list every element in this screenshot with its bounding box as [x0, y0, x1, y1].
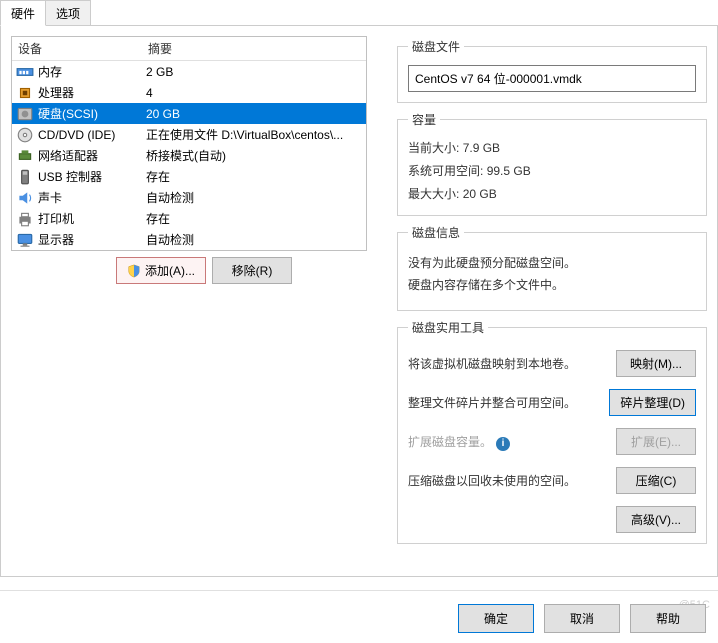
disk-file-group: 磁盘文件 CentOS v7 64 位-000001.vmdk	[397, 38, 707, 103]
device-name: 显示器	[38, 231, 146, 248]
remove-button[interactable]: 移除(R)	[212, 257, 292, 284]
map-text: 将该虚拟机磁盘映射到本地卷。	[408, 355, 576, 372]
device-summary: 桥接模式(自动)	[146, 147, 362, 164]
info-icon[interactable]: i	[496, 437, 510, 451]
device-name: 声卡	[38, 189, 146, 206]
device-row[interactable]: 打印机存在	[12, 208, 366, 229]
disk-info-line1: 没有为此硬盘预分配磁盘空间。	[408, 253, 696, 275]
capacity-group: 容量 当前大小: 7.9 GB 系统可用空间: 99.5 GB 最大大小: 20…	[397, 111, 707, 216]
device-summary: 2 GB	[146, 65, 362, 79]
ok-button[interactable]: 确定	[458, 604, 534, 633]
max-size-value: 20 GB	[463, 187, 497, 201]
device-name: 处理器	[38, 84, 146, 101]
free-space-value: 99.5 GB	[487, 164, 531, 178]
device-row[interactable]: CD/DVD (IDE)正在使用文件 D:\VirtualBox\centos\…	[12, 124, 366, 145]
expand-button: 扩展(E)...	[616, 428, 696, 455]
map-button[interactable]: 映射(M)...	[616, 350, 696, 377]
disk-info-legend: 磁盘信息	[408, 224, 464, 241]
device-name: 网络适配器	[38, 147, 146, 164]
column-device: 设备	[18, 40, 148, 57]
device-summary: 20 GB	[146, 107, 362, 121]
add-button-label: 添加(A)...	[145, 262, 195, 279]
compact-text: 压缩磁盘以回收未使用的空间。	[408, 472, 576, 489]
defrag-text: 整理文件碎片并整合可用空间。	[408, 394, 576, 411]
compact-button[interactable]: 压缩(C)	[616, 467, 696, 494]
defrag-button[interactable]: 碎片整理(D)	[609, 389, 696, 416]
device-summary: 正在使用文件 D:\VirtualBox\centos\...	[146, 126, 362, 143]
current-size-value: 7.9 GB	[463, 141, 500, 155]
disk-file-field[interactable]: CentOS v7 64 位-000001.vmdk	[408, 65, 696, 92]
utilities-group: 磁盘实用工具 将该虚拟机磁盘映射到本地卷。 映射(M)... 整理文件碎片并整合…	[397, 319, 707, 544]
expand-text: 扩展磁盘容量。i	[408, 433, 510, 451]
cd-icon	[16, 127, 34, 143]
disk-icon	[16, 106, 34, 122]
tab-hardware[interactable]: 硬件	[0, 0, 46, 26]
free-space-label: 系统可用空间:	[408, 164, 483, 178]
device-list-panel: 设备 摘要 内存2 GB处理器4硬盘(SCSI)20 GBCD/DVD (IDE…	[11, 36, 367, 251]
device-summary: 存在	[146, 168, 362, 185]
sound-icon	[16, 190, 34, 206]
column-summary: 摘要	[148, 40, 360, 57]
device-row[interactable]: 网络适配器桥接模式(自动)	[12, 145, 366, 166]
capacity-legend: 容量	[408, 111, 440, 128]
cpu-icon	[16, 85, 34, 101]
device-row[interactable]: USB 控制器存在	[12, 166, 366, 187]
device-name: 内存	[38, 63, 146, 80]
device-row[interactable]: 显示器自动检测	[12, 229, 366, 250]
usb-icon	[16, 169, 34, 185]
disk-file-legend: 磁盘文件	[408, 38, 464, 55]
tab-options[interactable]: 选项	[45, 0, 91, 26]
device-summary: 自动检测	[146, 189, 362, 206]
device-row[interactable]: 硬盘(SCSI)20 GB	[12, 103, 366, 124]
disk-info-group: 磁盘信息 没有为此硬盘预分配磁盘空间。 硬盘内容存储在多个文件中。	[397, 224, 707, 311]
device-name: 硬盘(SCSI)	[38, 105, 146, 122]
current-size-label: 当前大小:	[408, 141, 459, 155]
printer-icon	[16, 211, 34, 227]
device-name: USB 控制器	[38, 168, 146, 185]
device-row[interactable]: 声卡自动检测	[12, 187, 366, 208]
utilities-legend: 磁盘实用工具	[408, 319, 488, 336]
network-icon	[16, 148, 34, 164]
device-name: CD/DVD (IDE)	[38, 128, 146, 142]
device-row[interactable]: 内存2 GB	[12, 61, 366, 82]
memory-icon	[16, 64, 34, 80]
shield-icon	[127, 264, 141, 278]
device-row[interactable]: 处理器4	[12, 82, 366, 103]
add-button[interactable]: 添加(A)...	[116, 257, 206, 284]
device-name: 打印机	[38, 210, 146, 227]
help-button[interactable]: 帮助	[630, 604, 706, 633]
device-summary: 4	[146, 86, 362, 100]
device-summary: 自动检测	[146, 231, 362, 248]
device-summary: 存在	[146, 210, 362, 227]
cancel-button[interactable]: 取消	[544, 604, 620, 633]
advanced-button[interactable]: 高级(V)...	[616, 506, 696, 533]
display-icon	[16, 232, 34, 248]
max-size-label: 最大大小:	[408, 187, 459, 201]
disk-info-line2: 硬盘内容存储在多个文件中。	[408, 275, 696, 297]
